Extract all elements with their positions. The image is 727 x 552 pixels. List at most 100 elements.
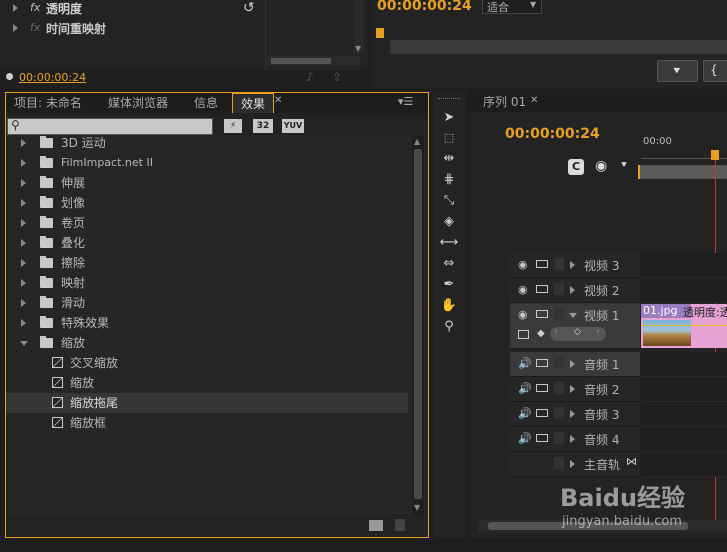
close-tab-icon[interactable]: ✕ — [274, 95, 282, 106]
track-audio-3[interactable]: 🔊 音频 3 — [510, 402, 640, 427]
list-item[interactable]: 缩放 — [6, 373, 408, 393]
list-item[interactable]: 3D 运动 — [6, 135, 408, 153]
speaker-icon[interactable]: 🔊 — [518, 432, 532, 445]
tab-media-browser[interactable]: 媒体浏览器 — [100, 93, 176, 113]
add-marker-icon[interactable]: ⯆ — [620, 160, 628, 171]
program-timecode[interactable]: 00:00:00:24 — [377, 0, 472, 14]
effect-row-opacity[interactable]: fx 透明度 — [0, 0, 265, 18]
new-bin-icon[interactable] — [369, 520, 383, 531]
list-item[interactable]: 卷页 — [6, 213, 408, 233]
camera-icon[interactable] — [536, 434, 548, 442]
keyframe-navigator[interactable]: ‹ ◇ › — [550, 327, 606, 341]
expand-arrow-icon[interactable] — [21, 159, 26, 167]
mark-in-button[interactable]: { — [703, 60, 727, 82]
expand-arrow-icon[interactable] — [21, 199, 26, 207]
list-item[interactable]: 缩放 — [6, 333, 408, 353]
list-item[interactable]: 特殊效果 — [6, 313, 408, 333]
expand-arrow-icon[interactable] — [570, 435, 575, 443]
scroll-down-arrow[interactable]: ▼ — [414, 503, 420, 512]
search-input[interactable]: ⚲ — [7, 118, 213, 135]
lock-toggle[interactable] — [554, 407, 564, 419]
next-keyframe-icon[interactable]: › — [596, 327, 600, 337]
close-tab-icon[interactable]: ✕ — [530, 95, 538, 106]
master-audio-icon[interactable]: ⋈ — [626, 455, 637, 468]
tab-effects[interactable]: 效果 — [232, 93, 275, 113]
expand-arrow-icon[interactable] — [13, 4, 18, 12]
lock-toggle[interactable] — [554, 357, 564, 369]
track-lane[interactable] — [641, 278, 727, 303]
lock-toggle[interactable] — [554, 283, 564, 295]
expand-arrow-icon[interactable] — [21, 319, 26, 327]
zoom-tool-icon[interactable]: ⚲ — [438, 317, 460, 335]
opacity-line[interactable] — [641, 325, 727, 326]
display-style-icon[interactable] — [518, 330, 529, 339]
effect-timecode[interactable]: 00:00:00:24 — [19, 71, 86, 84]
sequence-timecode[interactable]: 00:00:00:24 — [505, 126, 600, 142]
audio-icon[interactable]: ♪ — [306, 70, 314, 84]
list-item[interactable]: 滑动 — [6, 293, 408, 313]
list-item[interactable]: FilmImpact.net II — [6, 153, 408, 173]
scroll-thumb[interactable] — [414, 149, 422, 499]
lock-toggle[interactable] — [554, 432, 564, 444]
track-audio-2[interactable]: 🔊 音频 2 — [510, 377, 640, 402]
expand-arrow-icon[interactable] — [13, 24, 18, 32]
reset-icon[interactable]: ↺ — [243, 0, 255, 16]
playhead-marker-icon[interactable] — [376, 28, 384, 38]
scroll-down-arrow[interactable]: ▼ — [355, 44, 361, 53]
list-item[interactable]: 划像 — [6, 193, 408, 213]
lock-toggle[interactable] — [554, 382, 564, 394]
track-audio-4[interactable]: 🔊 音频 4 — [510, 427, 640, 452]
add-marker-button[interactable]: ⯆ — [657, 60, 698, 82]
rate-stretch-tool-icon[interactable]: ⤡ — [438, 191, 460, 209]
monitor-scrubber[interactable] — [390, 40, 727, 54]
collapse-arrow-icon[interactable] — [20, 341, 28, 346]
scroll-thumb[interactable] — [271, 58, 331, 64]
pen-tool-icon[interactable]: ✒ — [438, 275, 460, 293]
video-clip[interactable]: 01.jpg 透明度:透 — [641, 304, 727, 348]
eye-icon[interactable]: ◉ — [518, 308, 528, 321]
expand-arrow-icon[interactable] — [21, 139, 26, 147]
track-lane[interactable] — [641, 427, 727, 452]
trash-icon[interactable] — [395, 519, 405, 531]
track-video-3[interactable]: ◉ 视频 3 — [510, 253, 640, 278]
accelerated-effects-icon[interactable]: ⚡ — [224, 119, 242, 133]
track-lane[interactable] — [641, 377, 727, 402]
track-video-1[interactable]: ◉ 视频 1 ◆ ‹ ◇ › — [510, 303, 640, 349]
expand-arrow-icon[interactable] — [570, 360, 575, 368]
track-lane[interactable] — [641, 253, 727, 278]
camera-icon[interactable] — [536, 260, 548, 268]
hand-tool-icon[interactable]: ✋ — [438, 296, 460, 314]
lock-toggle[interactable] — [554, 308, 564, 320]
ripple-edit-tool-icon[interactable]: ⇹ — [438, 149, 460, 167]
track-video-2[interactable]: ◉ 视频 2 — [510, 278, 640, 303]
list-item[interactable]: 伸展 — [6, 173, 408, 193]
track-lane[interactable] — [641, 452, 727, 477]
add-keyframe-icon[interactable]: ◇ — [574, 327, 581, 337]
expand-arrow-icon[interactable] — [21, 299, 26, 307]
expand-arrow-icon[interactable] — [21, 259, 26, 267]
export-icon[interactable]: ⇪ — [332, 70, 342, 84]
speaker-icon[interactable]: 🔊 — [518, 357, 532, 370]
expand-arrow-icon[interactable] — [570, 385, 575, 393]
track-master[interactable]: 主音轨 ⋈ — [510, 452, 640, 477]
expand-arrow-icon[interactable] — [570, 460, 575, 468]
camera-icon[interactable] — [536, 359, 548, 367]
expand-arrow-icon[interactable] — [21, 279, 26, 287]
list-item[interactable]: 缩放框 — [6, 413, 408, 433]
playhead-marker-icon[interactable] — [711, 150, 719, 160]
tab-project[interactable]: 项目: 未命名 — [6, 93, 90, 113]
eye-icon[interactable]: ◉ — [518, 283, 528, 296]
list-item[interactable]: 映射 — [6, 273, 408, 293]
expand-arrow-icon[interactable] — [570, 410, 575, 418]
snap-icon[interactable]: C — [568, 159, 584, 175]
effect-row-time-remap[interactable]: fx 时间重映射 — [0, 20, 265, 38]
speaker-icon[interactable]: 🔊 — [518, 382, 532, 395]
zoom-select[interactable]: 适合 ▼ — [482, 0, 542, 14]
expand-arrow-icon[interactable] — [21, 219, 26, 227]
track-audio-1[interactable]: 🔊 音频 1 — [510, 352, 640, 377]
prev-keyframe-icon[interactable]: ‹ — [554, 327, 558, 337]
list-item[interactable]: 缩放拖尾 — [6, 393, 408, 413]
collapse-arrow-icon[interactable] — [569, 313, 577, 318]
camera-icon[interactable] — [536, 384, 548, 392]
list-item[interactable]: 叠化 — [6, 233, 408, 253]
